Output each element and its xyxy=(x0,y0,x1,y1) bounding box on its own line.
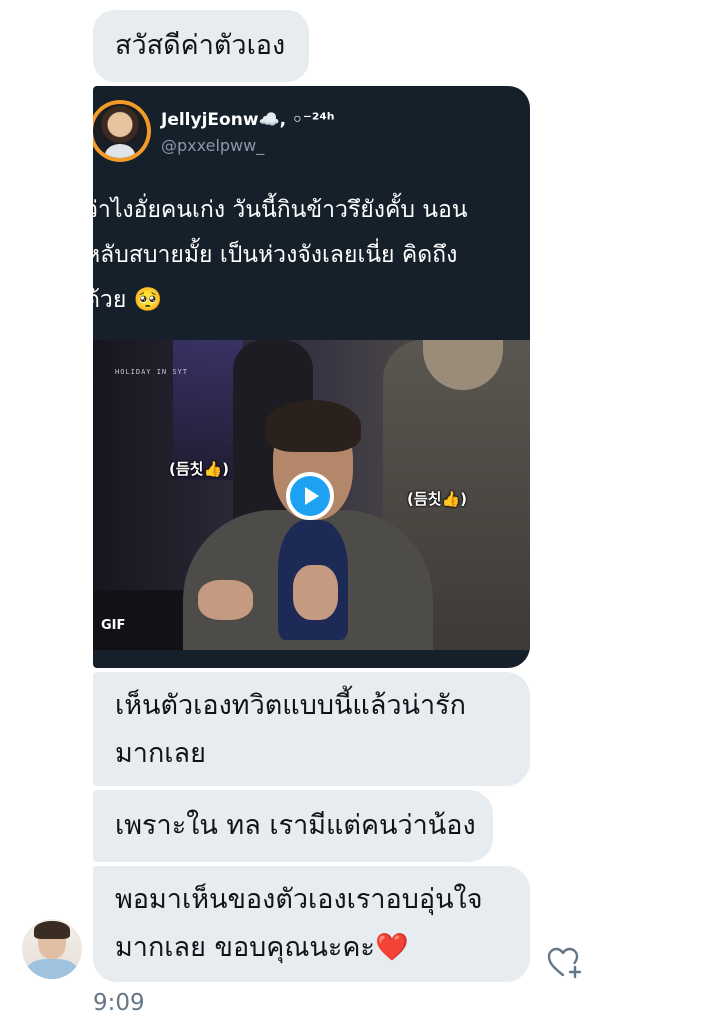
tweet-author-handle: @pxxelpww_ xyxy=(161,136,265,155)
shared-tweet-card[interactable]: JellyjEonw☁️, ◦⁻²⁴ʰ @pxxelpww_ ว่าไงอั่ย… xyxy=(93,86,530,668)
media-caption-right: (듬칫👍) xyxy=(407,490,467,508)
tweet-author-avatar[interactable] xyxy=(93,100,151,162)
sender-avatar[interactable] xyxy=(22,919,82,979)
message-timestamp: 9:09 xyxy=(93,990,145,1016)
tweet-text-line: ว่าไงอั่ยคนเก่ง วันนี้กินข้าวรึยังคั้บ น… xyxy=(93,197,468,223)
tweet-author-name: JellyjEonw☁️, ◦⁻²⁴ʰ xyxy=(161,110,335,130)
message-bubble-3[interactable]: เพราะใน ทล เรามีแต่คนว่าน้อง xyxy=(93,790,493,862)
tweet-text: ว่าไงอั่ยคนเก่ง วันนี้กินข้าวรึยังคั้บ น… xyxy=(93,188,530,323)
tweet-text-line: ด้วย 🥺 xyxy=(93,287,163,313)
message-text: มากเลย xyxy=(115,738,206,769)
message-bubble-4[interactable]: พอมาเห็นของตัวเองเราอบอุ่นใจ มากเลย ขอบค… xyxy=(93,866,530,982)
media-watermark: HOLIDAY IN SYT xyxy=(115,368,189,376)
message-text: พอมาเห็นของตัวเองเราอบอุ่นใจ xyxy=(115,884,483,915)
message-text: เพราะใน ทล เรามีแต่คนว่าน้อง xyxy=(115,810,476,841)
message-text: สวัสดีค่าตัวเอง xyxy=(115,30,286,61)
play-icon xyxy=(305,487,319,505)
gif-badge: GIF xyxy=(101,618,126,633)
media-caption-left: (듬칫👍) xyxy=(169,460,229,478)
play-button[interactable] xyxy=(286,472,334,520)
heart-plus-icon[interactable] xyxy=(546,944,584,980)
message-bubble-1[interactable]: สวัสดีค่าตัวเอง xyxy=(93,10,309,82)
message-text: เห็นตัวเองทวิตแบบนี้แล้วน่ารัก xyxy=(115,690,467,721)
tweet-media-gif[interactable]: HOLIDAY IN SYT (듬칫👍) (듬칫👍) GIF xyxy=(93,340,530,650)
message-text: มากเลย ขอบคุณนะคะ❤️ xyxy=(115,932,409,963)
tweet-text-line: หลับสบายมั้ย เป็นห่วงจังเลยเนี่ย คิดถึง xyxy=(93,242,458,268)
heart-emoji: ❤️ xyxy=(374,932,409,963)
message-bubble-2[interactable]: เห็นตัวเองทวิตแบบนี้แล้วน่ารัก มากเลย xyxy=(93,672,530,786)
